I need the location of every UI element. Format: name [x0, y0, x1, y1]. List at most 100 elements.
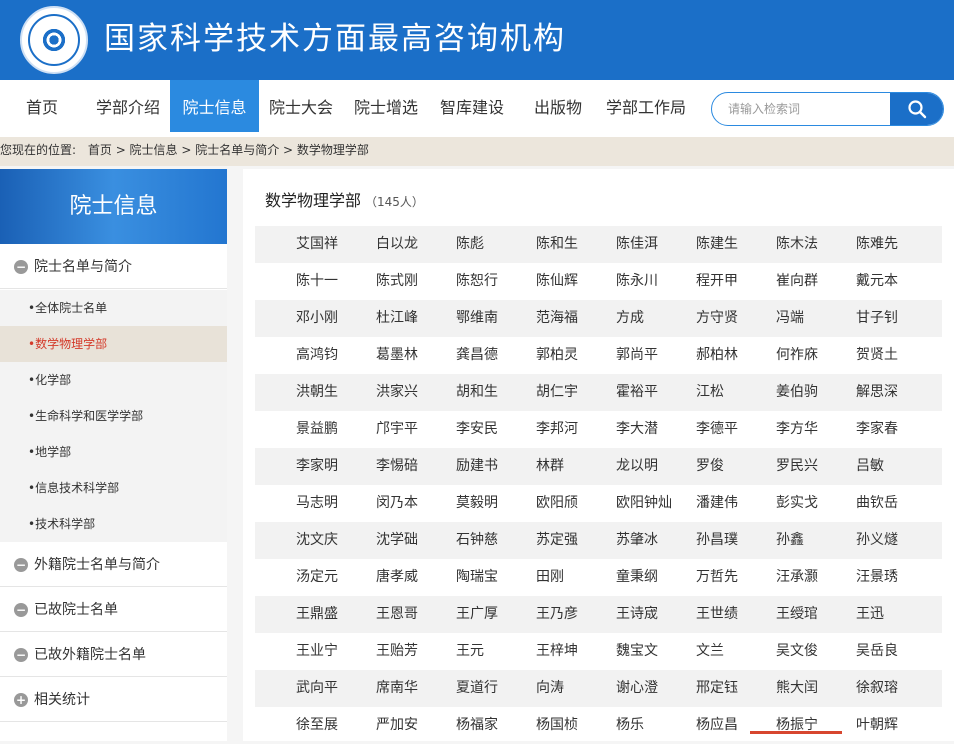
academician-link[interactable]: 陈难先 [856, 226, 898, 263]
academician-link[interactable]: 石钟慈 [456, 522, 498, 559]
academician-link[interactable]: 李德平 [696, 411, 738, 448]
sidebar-section-deceased-foreign[interactable]: − 已故外籍院士名单 [0, 633, 227, 677]
academician-link[interactable]: 解思深 [856, 374, 898, 411]
academician-link[interactable]: 李大潜 [616, 411, 658, 448]
academician-link[interactable]: 陈十一 [296, 263, 338, 300]
academician-link[interactable]: 潘建伟 [696, 485, 738, 522]
academician-link[interactable]: 励建书 [456, 448, 498, 485]
academician-link[interactable]: 李邦河 [536, 411, 578, 448]
nav-publications[interactable]: 出版物 [528, 80, 588, 132]
academician-link[interactable]: 龙以明 [616, 448, 658, 485]
academician-link[interactable]: 高鸿钧 [296, 337, 338, 374]
academician-link[interactable]: 景益鹏 [296, 411, 338, 448]
academician-link[interactable]: 熊大闰 [776, 670, 818, 707]
academician-link[interactable]: 方守贤 [696, 300, 738, 337]
academician-link[interactable]: 孙昌璞 [696, 522, 738, 559]
academician-link[interactable]: 范海福 [536, 300, 578, 337]
academician-link[interactable]: 陈式刚 [376, 263, 418, 300]
sidebar-sub-math-physics[interactable]: •数学物理学部 [0, 326, 227, 362]
academician-link[interactable]: 何祚庥 [776, 337, 818, 374]
academician-link[interactable]: 田刚 [536, 559, 564, 596]
academician-link[interactable]: 邓小刚 [296, 300, 338, 337]
sidebar-section-deceased[interactable]: − 已故院士名单 [0, 588, 227, 632]
sidebar-section-members[interactable]: − 院士名单与简介 [0, 245, 227, 289]
academician-link[interactable]: 冯端 [776, 300, 804, 337]
academician-link[interactable]: 李安民 [456, 411, 498, 448]
academician-link[interactable]: 邝宇平 [376, 411, 418, 448]
academician-link[interactable]: 杨乐 [616, 707, 644, 744]
academician-link[interactable]: 王元 [456, 633, 484, 670]
breadcrumb-path[interactable]: 首页 > 院士信息 > 院士名单与简介 > 数学物理学部 [88, 143, 369, 157]
sidebar-section-statistics[interactable]: + 相关统计 [0, 678, 227, 722]
academician-link[interactable]: 王广厚 [456, 596, 498, 633]
academician-link[interactable]: 马志明 [296, 485, 338, 522]
academician-link[interactable]: 胡仁宇 [536, 374, 578, 411]
academician-link[interactable]: 杨应昌 [696, 707, 738, 744]
academician-link[interactable]: 彭实戈 [776, 485, 818, 522]
academician-link[interactable]: 曲钦岳 [856, 485, 898, 522]
nav-about[interactable]: 学部介绍 [90, 80, 166, 132]
academician-link[interactable]: 姜伯驹 [776, 374, 818, 411]
academician-link[interactable]: 江松 [696, 374, 724, 411]
nav-election[interactable]: 院士增选 [348, 80, 424, 132]
academician-link[interactable]: 郭柏灵 [536, 337, 578, 374]
academician-link[interactable]: 苏肇冰 [616, 522, 658, 559]
academician-link[interactable]: 吴岳良 [856, 633, 898, 670]
academician-link[interactable]: 王鼎盛 [296, 596, 338, 633]
academician-link[interactable]: 罗俊 [696, 448, 724, 485]
nav-academicians[interactable]: 院士信息 [170, 80, 259, 132]
nav-think-tank[interactable]: 智库建设 [434, 80, 510, 132]
academician-link[interactable]: 王绶琯 [776, 596, 818, 633]
academician-link[interactable]: 唐孝威 [376, 559, 418, 596]
academician-link[interactable]: 陈仙辉 [536, 263, 578, 300]
academician-link[interactable]: 杜江峰 [376, 300, 418, 337]
academician-link[interactable]: 罗民兴 [776, 448, 818, 485]
sidebar-sub-chemistry[interactable]: •化学部 [0, 362, 227, 398]
academician-link[interactable]: 杨振宁 [776, 707, 818, 744]
academician-link[interactable]: 杨福家 [456, 707, 498, 744]
academician-link[interactable]: 鄂维南 [456, 300, 498, 337]
academician-link[interactable]: 徐至展 [296, 707, 338, 744]
academician-link[interactable]: 徐叙瑢 [856, 670, 898, 707]
academician-link[interactable]: 孙义燧 [856, 522, 898, 559]
academician-link[interactable]: 王迅 [856, 596, 884, 633]
cas-logo[interactable] [20, 6, 88, 74]
academician-link[interactable]: 霍裕平 [616, 374, 658, 411]
sidebar-section-foreign[interactable]: − 外籍院士名单与简介 [0, 543, 227, 587]
academician-link[interactable]: 邢定钰 [696, 670, 738, 707]
academician-link[interactable]: 龚昌德 [456, 337, 498, 374]
academician-link[interactable]: 方成 [616, 300, 644, 337]
academician-link[interactable]: 王世绩 [696, 596, 738, 633]
academician-link[interactable]: 莫毅明 [456, 485, 498, 522]
academician-link[interactable]: 陶瑞宝 [456, 559, 498, 596]
academician-link[interactable]: 谢心澄 [616, 670, 658, 707]
academician-link[interactable]: 夏道行 [456, 670, 498, 707]
academician-link[interactable]: 王贻芳 [376, 633, 418, 670]
academician-link[interactable]: 沈文庆 [296, 522, 338, 559]
academician-link[interactable]: 汤定元 [296, 559, 338, 596]
academician-link[interactable]: 严加安 [376, 707, 418, 744]
academician-link[interactable]: 苏定强 [536, 522, 578, 559]
academician-link[interactable]: 艾国祥 [296, 226, 338, 263]
academician-link[interactable]: 洪朝生 [296, 374, 338, 411]
academician-link[interactable]: 向涛 [536, 670, 564, 707]
academician-link[interactable]: 葛墨林 [376, 337, 418, 374]
academician-link[interactable]: 程开甲 [696, 263, 738, 300]
academician-link[interactable]: 孙鑫 [776, 522, 804, 559]
academician-link[interactable]: 陈彪 [456, 226, 484, 263]
academician-link[interactable]: 童秉纲 [616, 559, 658, 596]
academician-link[interactable]: 王乃彦 [536, 596, 578, 633]
academician-link[interactable]: 胡和生 [456, 374, 498, 411]
academician-link[interactable]: 李方华 [776, 411, 818, 448]
academician-link[interactable]: 白以龙 [376, 226, 418, 263]
academician-link[interactable]: 崔向群 [776, 263, 818, 300]
academician-link[interactable]: 吕敏 [856, 448, 884, 485]
academician-link[interactable]: 王业宁 [296, 633, 338, 670]
academician-link[interactable]: 闵乃本 [376, 485, 418, 522]
academician-link[interactable]: 汪承灏 [776, 559, 818, 596]
academician-link[interactable]: 万哲先 [696, 559, 738, 596]
nav-bureau[interactable]: 学部工作局 [600, 80, 692, 132]
academician-link[interactable]: 李家春 [856, 411, 898, 448]
academician-link[interactable]: 陈恕行 [456, 263, 498, 300]
academician-link[interactable]: 洪家兴 [376, 374, 418, 411]
